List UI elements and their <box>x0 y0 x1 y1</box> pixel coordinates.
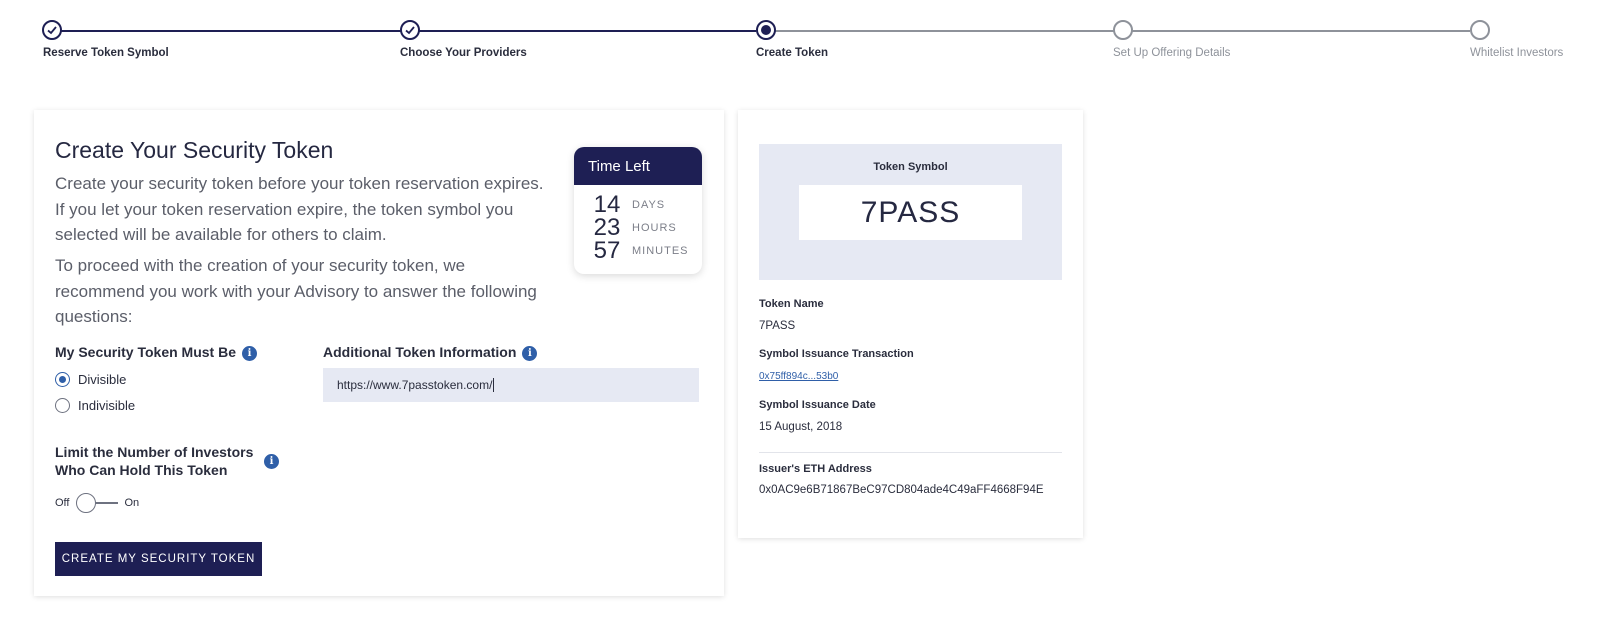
radio-divisible[interactable]: Divisible <box>55 372 126 387</box>
info-icon[interactable]: i <box>522 345 538 361</box>
token-summary-card: Token Symbol 7PASS Token Name 7PASS Symb… <box>738 110 1083 538</box>
text-caret <box>493 378 495 392</box>
page-title: Create Your Security Token <box>55 137 334 163</box>
additional-info-value: https://www.7passtoken.com/ <box>337 378 493 392</box>
intro-paragraph: Create your security token before your t… <box>55 174 544 244</box>
timer-minutes-value: 57 <box>593 237 621 264</box>
radio-checked-icon[interactable] <box>55 372 70 387</box>
step-1-check-icon <box>42 20 62 40</box>
step-connector <box>400 30 756 32</box>
timer-hours-label: HOURS <box>632 222 677 234</box>
step-label-choose-providers: Choose Your Providers <box>400 47 527 59</box>
toggle-off-label: Off <box>55 497 70 509</box>
step-connector <box>52 30 400 32</box>
timer-days-label: DAYS <box>632 199 666 211</box>
timer-minutes-row: 57 MINUTES <box>574 239 702 263</box>
issuance-date-value: 15 August, 2018 <box>759 421 843 433</box>
issuance-tx-label: Symbol Issuance Transaction <box>759 348 914 360</box>
additional-info-label: Additional Token Information <box>323 344 517 360</box>
step-label-reserve-token-symbol: Reserve Token Symbol <box>43 47 169 59</box>
issuance-tx-link[interactable]: 0x75ff894c...53b0 <box>759 371 838 382</box>
token-name-label: Token Name <box>759 298 824 310</box>
step-5-empty-dot-icon <box>1470 20 1490 40</box>
toggle-knob[interactable] <box>76 493 97 513</box>
step-label-create-token: Create Token <box>756 47 829 59</box>
limit-investors-toggle-row: Off On <box>55 493 139 513</box>
radio-unchecked-icon[interactable] <box>55 398 70 413</box>
info-icon[interactable]: i <box>264 454 279 469</box>
token-symbol-box: Token Symbol 7PASS <box>759 144 1062 280</box>
issuance-date-label: Symbol Issuance Date <box>759 399 876 411</box>
radio-indivisible[interactable]: Indivisible <box>55 398 135 413</box>
eth-address-label: Issuer's ETH Address <box>759 463 872 475</box>
step-label-whitelist-investors: Whitelist Investors <box>1470 47 1564 59</box>
divisibility-label: My Security Token Must Be <box>55 344 237 360</box>
progress-stepper: Reserve Token Symbol Choose Your Provide… <box>0 0 1600 80</box>
step-2-check-icon <box>400 20 420 40</box>
time-left-title: Time Left <box>574 147 702 185</box>
step-label-offering-details: Set Up Offering Details <box>1113 47 1231 59</box>
eth-address-value: 0x0AC9e6B71867BeC97CD804ade4C49aFF4668F9… <box>759 484 1044 496</box>
toggle-on-label: On <box>124 497 140 509</box>
token-symbol-caption: Token Symbol <box>873 161 948 173</box>
token-symbol-value: 7PASS <box>799 185 1022 240</box>
divisibility-field: My Security Token Must Be i <box>55 344 258 361</box>
timer-minutes-label: MINUTES <box>632 245 689 257</box>
radio-indivisible-label: Indivisible <box>78 398 136 413</box>
step-4-empty-dot-icon <box>1113 20 1133 40</box>
create-token-button[interactable]: CREATE MY SECURITY TOKEN <box>55 542 262 576</box>
step-connector <box>1113 30 1470 32</box>
step-3-active-dot-icon <box>756 20 776 40</box>
radio-divisible-label: Divisible <box>78 372 127 387</box>
info-icon[interactable]: i <box>242 345 258 361</box>
step-connector <box>756 30 1113 32</box>
time-left-widget: Time Left 14 DAYS 23 HOURS 57 MINUTES <box>574 147 702 274</box>
limit-investors-toggle[interactable] <box>76 493 119 513</box>
additional-info-field: Additional Token Information i <box>323 344 538 361</box>
divider <box>759 452 1062 453</box>
limit-investors-label: Limit the Number of Investors Who Can Ho… <box>55 444 254 478</box>
token-name-value: 7PASS <box>759 320 796 332</box>
create-token-card: Create Your Security Token Create your s… <box>34 110 724 596</box>
additional-info-input[interactable]: https://www.7passtoken.com/ <box>323 368 699 402</box>
instructions-paragraph: To proceed with the creation of your sec… <box>55 256 537 326</box>
